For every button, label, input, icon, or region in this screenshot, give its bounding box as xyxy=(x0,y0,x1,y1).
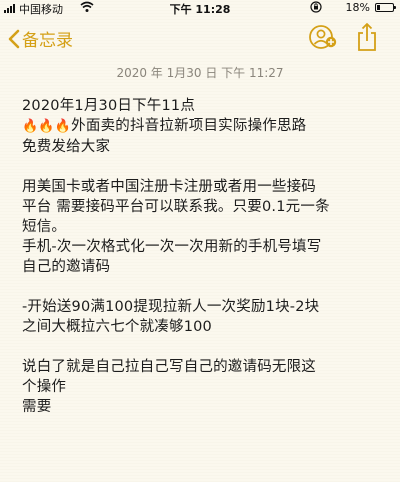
status-bar: 中国移动 下午 11:28 18% xyxy=(0,0,400,16)
note-line: -开始送90满100提现拉新人一次奖励1块-2块 xyxy=(22,299,320,315)
fire-emoji-icon: 🔥 xyxy=(22,119,39,134)
note-line: 需要 xyxy=(22,399,52,415)
status-time: 下午 11:28 xyxy=(169,3,231,16)
back-button[interactable]: 备忘录 xyxy=(8,26,73,51)
note-line: 个操作 xyxy=(22,379,67,395)
note-line xyxy=(22,277,386,297)
note-line xyxy=(22,337,386,357)
chevron-left-icon xyxy=(8,29,20,48)
share-icon xyxy=(358,23,376,51)
note-line: 说白了就是自己拉自己写自己的邀请码无限这 xyxy=(22,359,316,375)
back-button-label: 备忘录 xyxy=(22,31,73,51)
note-line: 免费发给大家 xyxy=(22,139,111,155)
share-button[interactable] xyxy=(356,22,378,56)
note-line: 🔥🔥🔥外面卖的抖音拉新项目实际操作思路 xyxy=(22,116,386,137)
battery-icon xyxy=(375,3,396,12)
note-line: 自己的邀请码 xyxy=(22,259,111,275)
note-line: 平台 需要接码平台可以联系我。只要0.1元一条 xyxy=(22,199,330,215)
orientation-lock-icon xyxy=(310,1,322,16)
note-line: 短信。 xyxy=(22,219,67,235)
fire-emoji-icon: 🔥 xyxy=(54,119,72,134)
note-line: 手机-次一次格式化一次一次用新的手机号填写 xyxy=(22,239,322,255)
note-line: 用美国卡或者中国注册卡注册或者用一些接码 xyxy=(22,179,316,195)
fire-emoji-icon: 🔥 xyxy=(38,119,55,134)
battery-fill xyxy=(377,5,380,10)
note-timestamp: 2020 年 1月30 日 下午 11:27 xyxy=(116,66,284,80)
share-contact-button[interactable] xyxy=(308,24,338,54)
navigation-bar: 备忘录 xyxy=(0,18,400,60)
note-body[interactable]: 2020年1月30日下午11点 🔥🔥🔥外面卖的抖音拉新项目实际操作思路 免费发给… xyxy=(22,96,386,417)
note-line: 之间大概拉六七个就凑够100 xyxy=(22,319,212,335)
battery-percent: 18% xyxy=(345,1,370,14)
note-line xyxy=(22,157,386,177)
note-line-text: 外面卖的抖音拉新项目实际操作思路 xyxy=(71,118,307,134)
note-line: 2020年1月30日下午11点 xyxy=(22,98,196,114)
person-add-icon xyxy=(309,25,337,49)
